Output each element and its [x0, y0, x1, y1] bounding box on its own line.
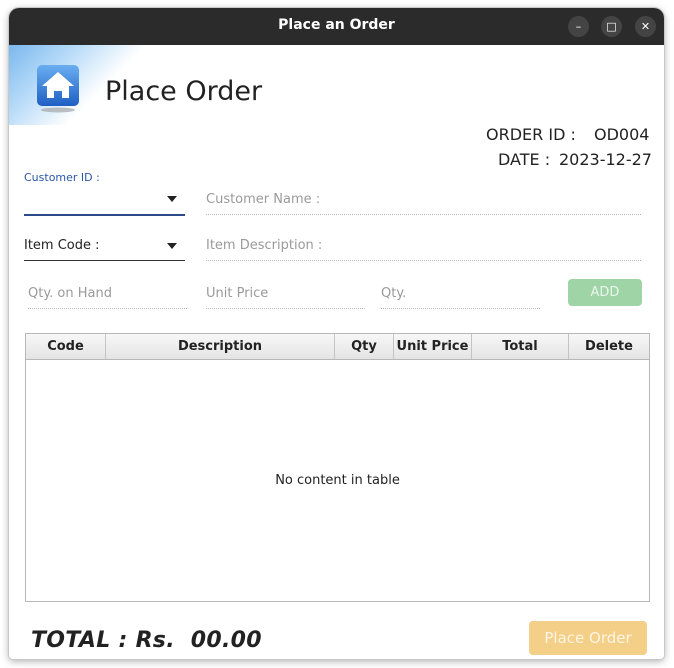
item-code-label: Item Code :: [24, 238, 100, 253]
content-area: Place Order ORDER ID : OD004 DATE : 2023…: [9, 45, 664, 659]
qty-on-hand-placeholder: Qty. on Hand: [28, 286, 112, 301]
qty-on-hand-field[interactable]: Qty. on Hand: [28, 281, 187, 309]
order-items-table[interactable]: Code Description Qty Unit Price Total De…: [25, 333, 650, 602]
empty-table-message: No content in table: [275, 473, 400, 488]
order-id-label: ORDER ID :: [486, 125, 576, 144]
window-title: Place an Order: [278, 17, 395, 33]
page-title: Place Order: [105, 76, 263, 107]
place-order-button[interactable]: Place Order: [529, 621, 647, 655]
qty-placeholder: Qty.: [381, 286, 407, 301]
maximize-icon: □: [606, 20, 617, 33]
column-header-total[interactable]: Total: [472, 334, 569, 359]
place-order-window: Place an Order – □ ✕ Place Order ORDER I…: [9, 8, 664, 659]
order-id-value: OD004: [594, 125, 650, 144]
order-total: TOTAL : Rs. 00.00: [31, 628, 262, 653]
qty-field[interactable]: Qty.: [381, 281, 540, 309]
column-header-description[interactable]: Description: [106, 334, 335, 359]
minimize-button[interactable]: –: [568, 16, 589, 37]
customer-id-combo[interactable]: [24, 183, 185, 216]
column-header-delete[interactable]: Delete: [569, 334, 649, 359]
maximize-button[interactable]: □: [601, 16, 622, 37]
close-icon: ✕: [640, 20, 651, 33]
date-label: DATE :: [498, 150, 551, 169]
column-header-qty[interactable]: Qty: [335, 334, 394, 359]
column-header-unit-price[interactable]: Unit Price: [394, 334, 472, 359]
item-description-field[interactable]: Item Description :: [206, 233, 641, 261]
item-code-combo[interactable]: Item Code :: [24, 231, 185, 261]
chevron-down-icon: [167, 196, 177, 202]
unit-price-placeholder: Unit Price: [206, 286, 269, 301]
unit-price-field[interactable]: Unit Price: [206, 281, 365, 309]
add-button[interactable]: ADD: [568, 279, 642, 306]
title-bar: Place an Order – □ ✕: [9, 8, 664, 45]
home-icon: [37, 65, 79, 113]
chevron-down-icon: [167, 243, 177, 249]
minimize-icon: –: [575, 20, 582, 33]
close-button[interactable]: ✕: [635, 16, 656, 37]
item-description-placeholder: Item Description :: [206, 238, 323, 253]
table-header: Code Description Qty Unit Price Total De…: [26, 334, 649, 360]
column-header-code[interactable]: Code: [26, 334, 106, 359]
customer-name-placeholder: Customer Name :: [206, 192, 321, 207]
date-value: 2023-12-27: [559, 150, 652, 169]
customer-name-field[interactable]: Customer Name :: [206, 187, 641, 215]
